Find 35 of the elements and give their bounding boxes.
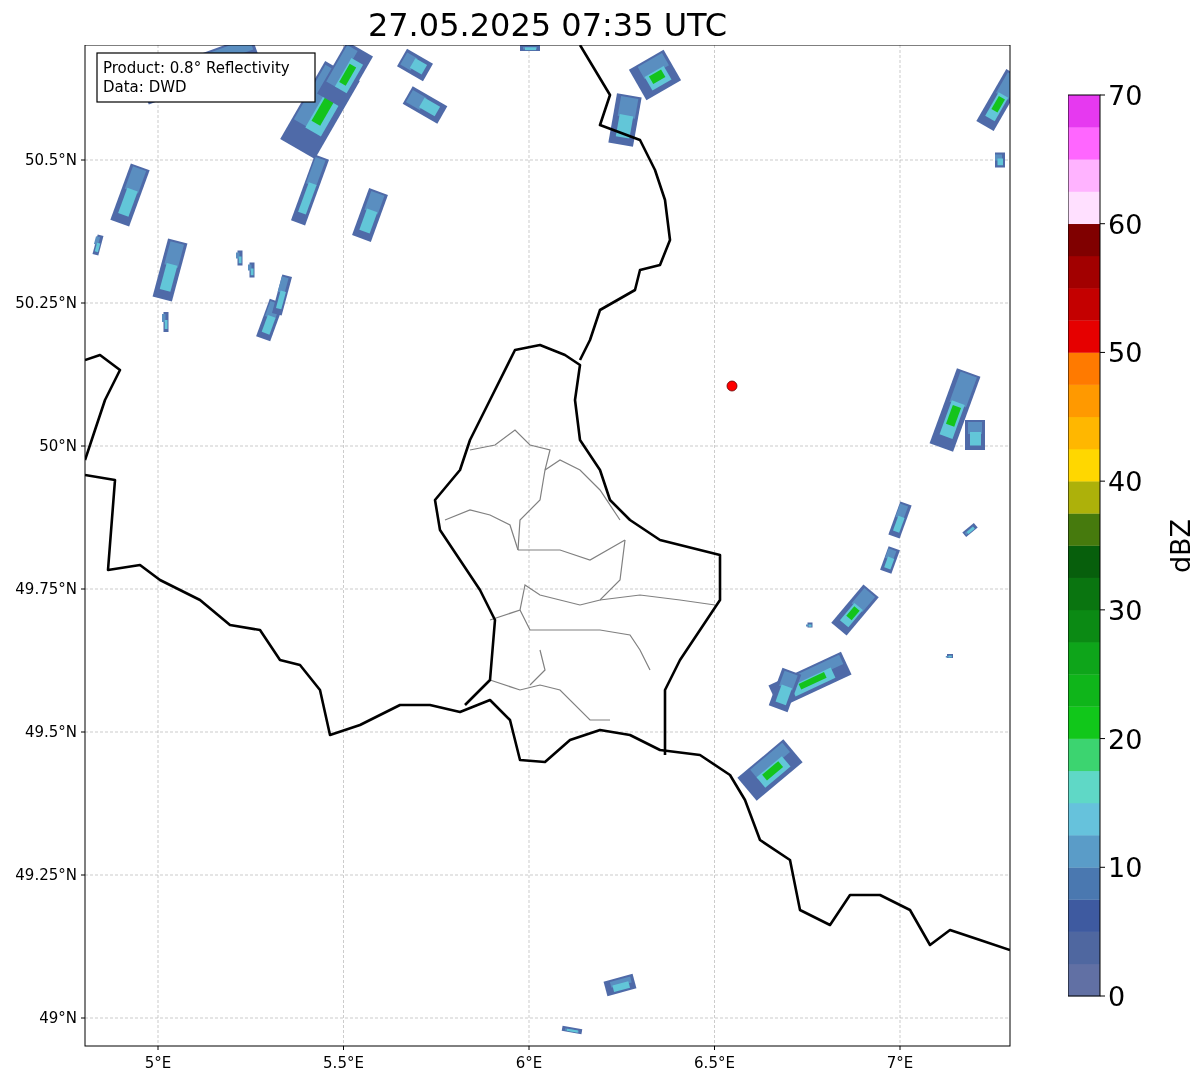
info-text: Product: 0.8° Reflectivity xyxy=(103,59,290,77)
axis-tick-label: 49.75°N xyxy=(15,580,77,598)
axis-tick-label: 5°E xyxy=(144,1054,172,1072)
radar-echo xyxy=(520,45,540,51)
info-text: Data: DWD xyxy=(103,78,187,96)
axis-tick-label: 49°N xyxy=(39,1009,77,1027)
colorbar-tick-label: 10 xyxy=(1108,852,1143,884)
colorbar-tick-label: 30 xyxy=(1108,594,1143,626)
radar-echo xyxy=(945,654,953,658)
axis-tick-label: 6°E xyxy=(515,1054,543,1072)
colorbar-tick-label: 20 xyxy=(1108,723,1143,755)
radar-echo xyxy=(162,312,169,332)
colorbar-tick-label: 40 xyxy=(1108,466,1143,498)
colorbar-label: dBZ xyxy=(1165,518,1196,574)
radar-echo xyxy=(561,1025,583,1035)
radar-echo xyxy=(806,622,813,628)
chart-title: 27.05.2025 07:35 UTC xyxy=(367,5,728,45)
colorbar-tick-label: 0 xyxy=(1108,981,1126,1012)
colorbar-tick-label: 60 xyxy=(1108,208,1143,240)
axis-tick-label: 50.5°N xyxy=(24,151,77,169)
colorbar-tick-label: 70 xyxy=(1108,80,1143,111)
axis-tick-label: 49.25°N xyxy=(15,866,77,884)
axis-tick-label: 5.5°E xyxy=(323,1054,364,1072)
axis-tick-label: 49.5°N xyxy=(24,723,77,741)
axis-tick-label: 50.25°N xyxy=(15,294,77,312)
radar-echo xyxy=(92,234,104,256)
radar-echo xyxy=(995,152,1005,168)
axis-tick-label: 6.5°E xyxy=(694,1054,735,1072)
axis-tick-label: 7°E xyxy=(886,1054,914,1072)
radar-echo xyxy=(248,262,255,278)
radar-echo xyxy=(880,546,900,574)
axis-tick-label: 50°N xyxy=(39,437,77,455)
colorbar-tick-label: 50 xyxy=(1108,337,1143,369)
location-dot xyxy=(726,380,738,392)
radar-echo xyxy=(236,250,243,266)
